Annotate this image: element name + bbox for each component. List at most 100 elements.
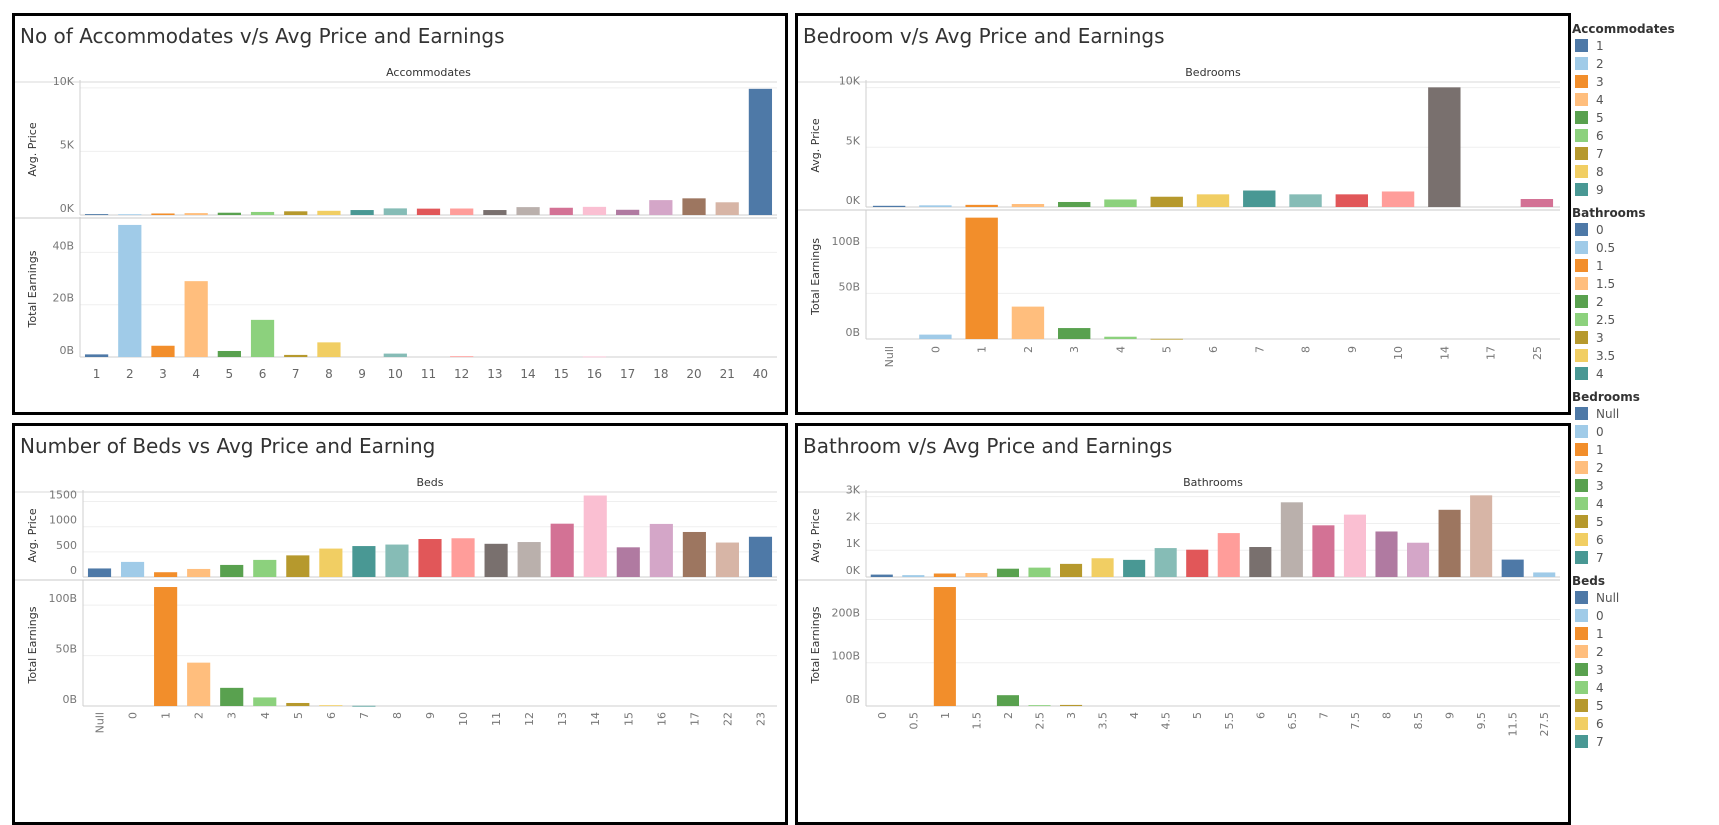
- legend-item[interactable]: 3: [1572, 661, 1712, 679]
- legend-item[interactable]: 3: [1572, 477, 1712, 495]
- legend-label: 5: [1596, 111, 1604, 125]
- x-tick-label: 16: [587, 367, 602, 381]
- legend-swatch: [1575, 241, 1588, 254]
- bar: [1058, 328, 1091, 339]
- legend-label: 0: [1596, 425, 1604, 439]
- bar: [996, 695, 1019, 706]
- bar: [151, 213, 175, 215]
- legend-item[interactable]: 4: [1572, 495, 1712, 513]
- bar: [1123, 559, 1146, 577]
- legend-swatch: [1575, 663, 1588, 676]
- legend-item[interactable]: 4: [1572, 365, 1712, 383]
- bar: [1249, 547, 1272, 577]
- legend-item[interactable]: 5: [1572, 109, 1712, 127]
- legend-label: 3: [1596, 479, 1604, 493]
- legend-swatch: [1575, 627, 1588, 640]
- bar: [187, 662, 211, 706]
- avg-price-row: 0K 1K 2K 3K Avg. Price: [798, 484, 1560, 581]
- legend-label: 8: [1596, 165, 1604, 179]
- legend-item[interactable]: 6: [1572, 715, 1712, 733]
- legend-label: 0: [1596, 223, 1604, 237]
- legend-label: 1.5: [1596, 277, 1616, 291]
- legend-item[interactable]: 2: [1572, 459, 1712, 477]
- bar: [996, 568, 1019, 577]
- legend-item[interactable]: 3.5: [1572, 347, 1712, 365]
- legend-item[interactable]: 7: [1572, 145, 1712, 163]
- x-tick-label: 8.5: [1412, 712, 1425, 730]
- bar: [383, 353, 407, 357]
- legend-swatch: [1575, 699, 1588, 712]
- legend-title: Beds: [1572, 574, 1606, 588]
- bar: [1280, 502, 1303, 577]
- legend-item[interactable]: 2: [1572, 643, 1712, 661]
- bar: [1060, 563, 1083, 577]
- x-tick-label: 6: [1254, 712, 1267, 719]
- x-tick-label: 1.5: [970, 712, 983, 730]
- x-tick-label: 11.5: [1507, 712, 1520, 737]
- x-tick-label: 1: [93, 367, 101, 381]
- legend-item[interactable]: 2.5: [1572, 311, 1712, 329]
- legend-item[interactable]: 0: [1572, 607, 1712, 625]
- legend-label: 6: [1596, 717, 1604, 731]
- legend-item[interactable]: 5: [1572, 513, 1712, 531]
- legend-label: 4: [1596, 497, 1604, 511]
- bar: [1028, 705, 1051, 706]
- legend-item[interactable]: Null: [1572, 405, 1712, 423]
- legend-item[interactable]: 4: [1572, 91, 1712, 109]
- legend-item[interactable]: 5: [1572, 697, 1712, 715]
- y-tick-label: 0B: [59, 344, 74, 357]
- x-tick-label: 7.5: [1349, 712, 1362, 730]
- bar: [1381, 191, 1415, 207]
- legend-item[interactable]: 1: [1572, 625, 1712, 643]
- legend-item[interactable]: 1.5: [1572, 275, 1712, 293]
- x-tick-label: 8: [325, 367, 333, 381]
- legend-item[interactable]: 4: [1572, 679, 1712, 697]
- legend-label: 6: [1596, 533, 1604, 547]
- x-tick-label: 12: [523, 712, 536, 726]
- legend-item[interactable]: 0: [1572, 423, 1712, 441]
- y-tick-label: 200B: [831, 606, 860, 619]
- x-tick-label: 15: [622, 712, 635, 726]
- legend-title: Bedrooms: [1572, 390, 1640, 404]
- legend-item[interactable]: 1: [1572, 37, 1712, 55]
- legend-item[interactable]: 7: [1572, 733, 1712, 751]
- accommodates-chart-svg: Accommodates 0K 5K 10K Avg. Price 0B 20B 40B Tot…: [15, 66, 777, 381]
- legend-item[interactable]: 7: [1572, 549, 1712, 567]
- bar: [582, 356, 607, 358]
- legend-label: 7: [1596, 735, 1604, 749]
- legend-item[interactable]: 2: [1572, 293, 1712, 311]
- bar: [583, 495, 607, 577]
- x-tick-label: 9: [358, 367, 366, 381]
- legend-label: 1: [1596, 627, 1604, 641]
- legend-item[interactable]: 0.5: [1572, 239, 1712, 257]
- legend-item[interactable]: 6: [1572, 531, 1712, 549]
- legend-item[interactable]: 1: [1572, 441, 1712, 459]
- legend-label: 4: [1596, 367, 1604, 381]
- legend-item[interactable]: 1: [1572, 257, 1712, 275]
- bar: [549, 207, 573, 215]
- legend-title: Accommodates: [1572, 22, 1675, 36]
- bar: [319, 705, 343, 706]
- legend-swatch: [1575, 533, 1588, 546]
- legend-label: 7: [1596, 551, 1604, 565]
- bar: [1312, 525, 1335, 577]
- bar: [517, 542, 541, 577]
- legend-item[interactable]: 9: [1572, 181, 1712, 199]
- legend-item[interactable]: 8: [1572, 163, 1712, 181]
- x-tick-label: 4.5: [1160, 712, 1173, 730]
- y-tick-label: 3K: [846, 484, 861, 497]
- legend-item[interactable]: Null: [1572, 589, 1712, 607]
- bar: [217, 212, 241, 215]
- y-tick-label: 5K: [846, 134, 861, 147]
- legend-label: 0.5: [1596, 241, 1616, 255]
- legend-item[interactable]: 0: [1572, 221, 1712, 239]
- legend-item[interactable]: 6: [1572, 127, 1712, 145]
- y-axis-title: Avg. Price: [809, 508, 822, 562]
- bar: [352, 705, 376, 707]
- legend-item[interactable]: 2: [1572, 55, 1712, 73]
- x-tick-label: 14: [589, 712, 602, 726]
- bar: [1343, 514, 1366, 577]
- bar: [317, 342, 341, 357]
- legend-item[interactable]: 3: [1572, 329, 1712, 347]
- legend-item[interactable]: 3: [1572, 73, 1712, 91]
